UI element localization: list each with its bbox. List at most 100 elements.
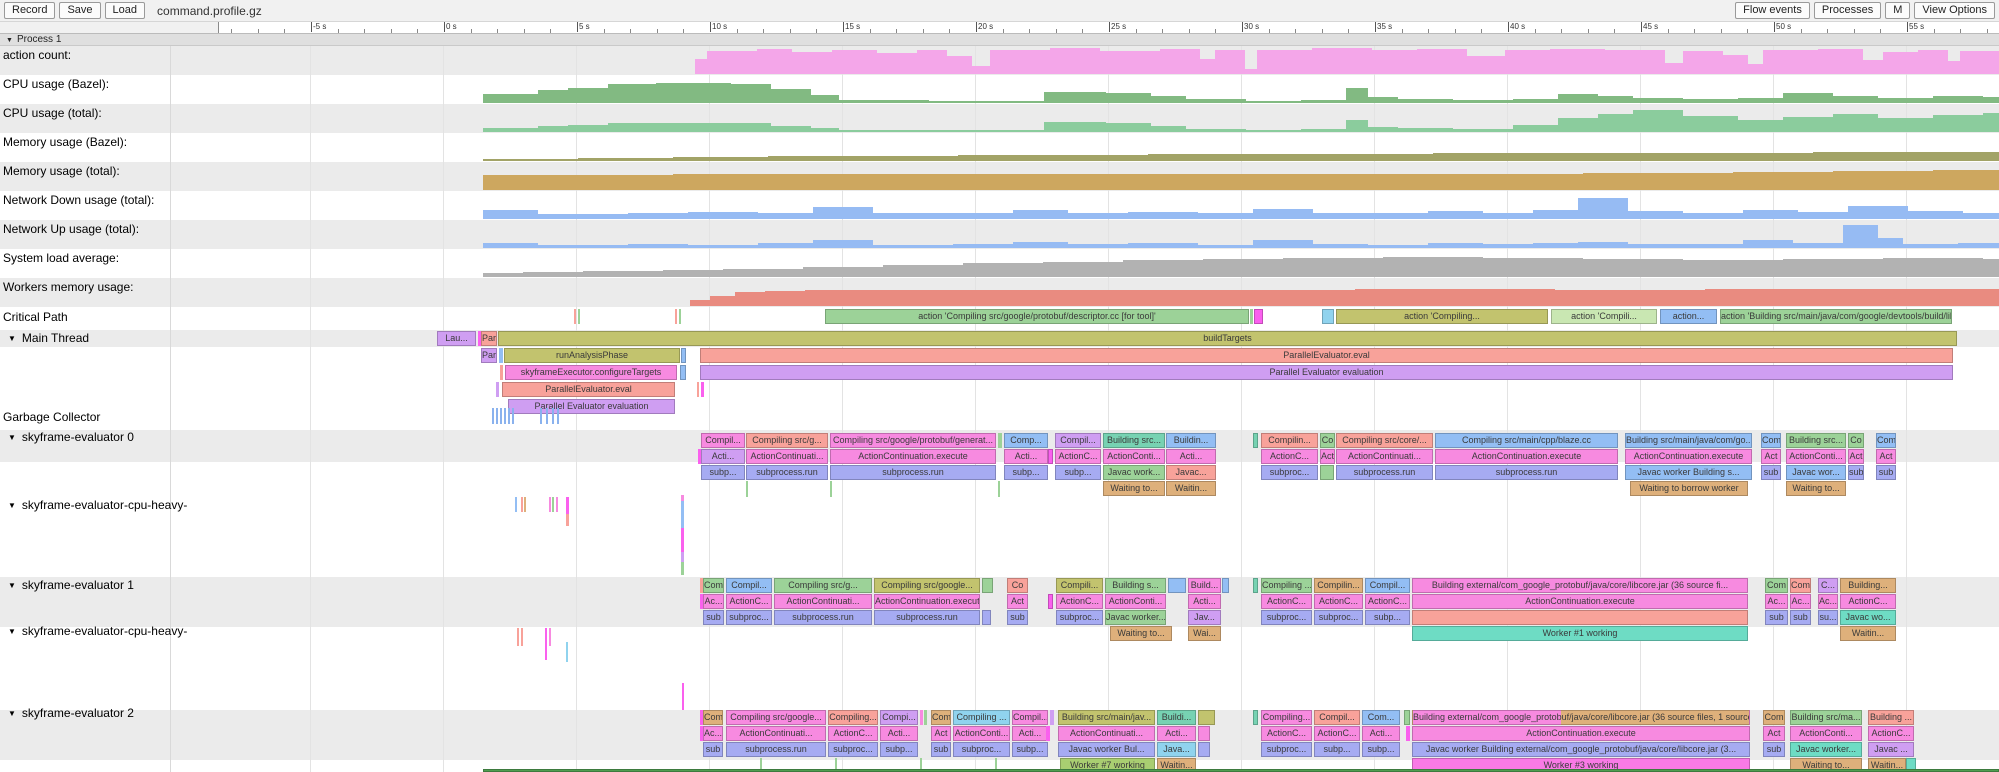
trace-event-bar[interactable] [680, 365, 686, 380]
trace-event-bar[interactable]: Javac worker Building external/com_googl… [1412, 742, 1750, 757]
net-down-counter-sample[interactable] [953, 213, 1013, 219]
track-label[interactable]: ▼skyframe-evaluator-cpu-heavy- [3, 498, 187, 512]
trace-event-bar[interactable] [540, 408, 542, 424]
trace-event-bar[interactable]: subproc... [1314, 610, 1363, 625]
trace-event-bar[interactable]: Acti... [1362, 726, 1400, 741]
save-button[interactable]: Save [59, 2, 100, 19]
mem-bazel-counter-sample[interactable] [1813, 152, 1908, 161]
trace-event-bar[interactable]: sub [1790, 610, 1811, 625]
process-header[interactable]: ▼Process 1 [0, 33, 1999, 46]
trace-event-bar[interactable]: Act [1848, 449, 1864, 464]
cpu-bazel-counter-sample[interactable] [568, 88, 608, 103]
trace-event-bar[interactable]: Compil... [726, 578, 772, 593]
net-up-counter-sample[interactable] [483, 243, 538, 248]
action-count-counter-sample[interactable] [972, 66, 990, 74]
track-label[interactable]: Workers memory usage: [3, 280, 133, 294]
sys-load-counter-sample[interactable] [1683, 260, 1783, 277]
sys-load-counter-sample[interactable] [883, 265, 963, 277]
sys-load-counter-sample[interactable] [583, 271, 663, 277]
trace-event-bar[interactable]: Compiling src/google... [874, 578, 980, 593]
cpu-bazel-counter-sample[interactable] [608, 84, 656, 103]
trace-event-bar[interactable]: ActionConti... [1105, 594, 1166, 609]
trace-event-bar[interactable]: Ac... [1790, 594, 1811, 609]
trace-event-bar[interactable] [675, 309, 677, 324]
sys-load-counter-sample[interactable] [523, 272, 583, 277]
track-label[interactable]: Garbage Collector [3, 410, 100, 424]
trace-event-bar[interactable]: Com [1763, 710, 1785, 725]
workers-mem-counter-sample[interactable] [1205, 290, 1355, 306]
trace-event-bar[interactable]: sub [703, 610, 724, 625]
action-count-counter-sample[interactable] [832, 50, 877, 74]
net-up-counter-sample[interactable] [1128, 243, 1198, 248]
cpu-total-counter-sample[interactable] [538, 126, 568, 132]
trace-event-bar[interactable]: subproc... [953, 742, 1010, 757]
trace-event-bar[interactable]: ActionContinuation.execute [1435, 449, 1618, 464]
cpu-total-counter-sample[interactable] [1044, 122, 1106, 132]
trace-event-bar[interactable] [512, 408, 514, 424]
track-label[interactable]: ▼skyframe-evaluator-cpu-heavy- [3, 624, 187, 638]
trace-event-bar[interactable]: sub [1763, 742, 1785, 757]
cpu-bazel-counter-sample[interactable] [771, 89, 811, 103]
cpu-total-counter-sample[interactable] [811, 128, 839, 132]
net-down-counter-sample[interactable] [813, 207, 873, 219]
net-up-counter-sample[interactable] [1013, 242, 1068, 248]
trace-event-bar[interactable] [499, 348, 503, 363]
net-up-counter-sample[interactable] [1483, 244, 1533, 248]
action-count-counter-sample[interactable] [917, 50, 947, 74]
trace-event-bar[interactable]: Par [481, 331, 497, 346]
action-count-counter-sample[interactable] [1605, 50, 1665, 74]
cpu-total-counter-sample[interactable] [1513, 125, 1558, 132]
load-button[interactable]: Load [105, 2, 145, 19]
trace-event-bar[interactable]: Compil... [1314, 710, 1360, 725]
net-up-counter-sample[interactable] [1743, 240, 1793, 248]
trace-event-bar[interactable]: ActionContinuation.execute [1412, 594, 1748, 609]
trace-event-bar[interactable] [517, 628, 519, 646]
trace-event-bar[interactable]: Compilin... [1314, 578, 1363, 593]
net-down-counter-sample[interactable] [1848, 206, 1908, 219]
cpu-total-counter-sample[interactable] [1106, 123, 1151, 132]
trace-event-bar[interactable]: Building src/main/java/com/go... [1625, 433, 1752, 448]
net-up-counter-sample[interactable] [1903, 244, 1958, 248]
trace-event-bar[interactable]: Waiting to... [1786, 481, 1846, 496]
net-down-counter-sample[interactable] [1578, 198, 1628, 219]
trace-event-bar[interactable]: action 'Building src/main/java/com/googl… [1720, 309, 1952, 324]
net-up-counter-sample[interactable] [873, 245, 953, 248]
net-up-counter-sample[interactable] [1313, 244, 1368, 248]
trace-event-bar[interactable]: sub [1876, 465, 1896, 480]
trace-event-bar[interactable]: ActionContinuati... [1336, 449, 1433, 464]
net-down-counter-sample[interactable] [873, 213, 953, 219]
trace-event-bar[interactable]: ActionConti... [1786, 449, 1846, 464]
cpu-total-counter-sample[interactable] [1738, 120, 1783, 132]
trace-event-bar[interactable]: Javac worker... [1790, 742, 1862, 757]
trace-event-bar[interactable]: ActionC... [726, 594, 772, 609]
workers-mem-counter-sample[interactable] [1705, 289, 1905, 306]
net-down-counter-sample[interactable] [1683, 213, 1743, 219]
sys-load-counter-sample[interactable] [1283, 258, 1383, 277]
cpu-total-counter-sample[interactable] [568, 125, 608, 132]
trace-event-bar[interactable]: Javac worker Bul... [1058, 742, 1155, 757]
cpu-bazel-counter-sample[interactable] [731, 84, 771, 103]
trace-event-bar[interactable] [1198, 710, 1215, 725]
trace-event-bar[interactable]: Building... [1840, 578, 1896, 593]
action-count-counter-sample[interactable] [1863, 60, 1883, 74]
net-down-counter-sample[interactable] [1198, 213, 1253, 219]
trace-event-bar[interactable]: Co [1848, 433, 1864, 448]
action-count-counter-sample[interactable] [1883, 52, 1918, 74]
cpu-bazel-counter-sample[interactable] [1633, 98, 1683, 103]
trace-event-bar[interactable]: Building src/ma... [1790, 710, 1862, 725]
trace-event-bar[interactable] [982, 578, 993, 593]
trace-event-bar[interactable]: Waitin... [1166, 481, 1216, 496]
trace-event-bar[interactable] [1048, 594, 1053, 609]
cpu-total-counter-sample[interactable] [1683, 116, 1738, 132]
sys-load-counter-sample[interactable] [1383, 257, 1483, 277]
trace-event-bar[interactable]: Javac worker Building s... [1625, 465, 1752, 480]
trace-event-bar[interactable] [1168, 578, 1186, 593]
cpu-bazel-counter-sample[interactable] [1933, 96, 1983, 103]
trace-event-bar[interactable] [998, 433, 1002, 448]
net-up-counter-sample[interactable] [1368, 245, 1428, 248]
trace-event-bar[interactable]: Buildin... [1166, 433, 1216, 448]
cpu-total-counter-sample[interactable] [656, 123, 731, 132]
trace-event-bar[interactable]: sub [1848, 465, 1864, 480]
trace-event-bar[interactable] [1254, 309, 1263, 324]
cpu-total-counter-sample[interactable] [1878, 118, 1933, 132]
